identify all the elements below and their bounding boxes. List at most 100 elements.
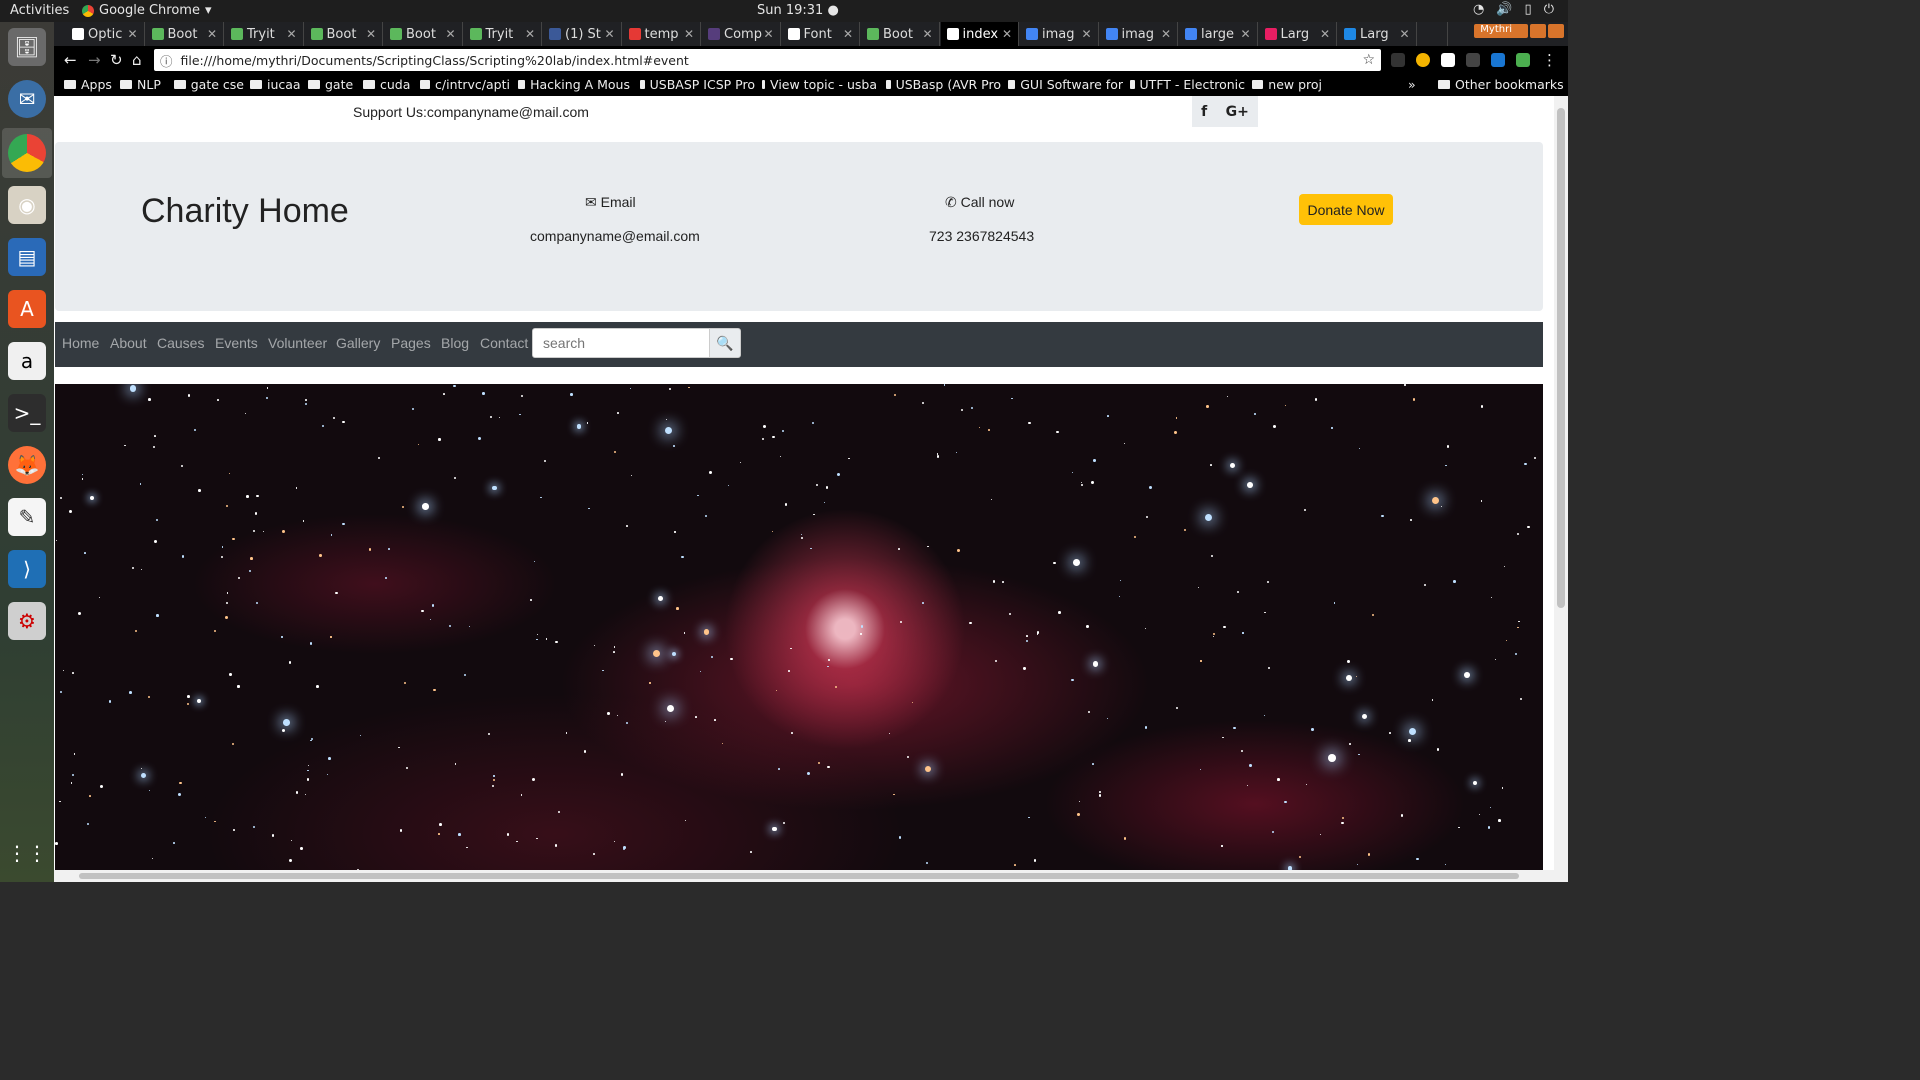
extension-icon[interactable] [1391,53,1405,67]
bookmark-item[interactable]: gate cse [174,77,244,92]
vertical-scrollbar[interactable] [1554,96,1568,882]
close-tab-icon[interactable]: ✕ [763,27,773,41]
system-settings-icon[interactable]: ⚙ [8,602,46,640]
bookmark-item[interactable]: gate [308,77,353,92]
extension-icon[interactable] [1491,53,1505,67]
close-tab-icon[interactable]: ✕ [286,27,296,41]
tab[interactable]: large ✕ [1179,22,1258,46]
nav-link-about[interactable]: About [110,335,147,351]
home-icon[interactable]: ⌂ [132,51,142,69]
terminal-icon[interactable]: >_ [8,394,46,432]
chrome-launcher-icon[interactable] [8,134,46,172]
tab[interactable]: Tryit ✕ [464,22,542,46]
close-tab-icon[interactable]: ✕ [1081,27,1091,41]
tab[interactable]: Tryit ✕ [225,22,304,46]
google-plus-icon[interactable]: G+ [1226,104,1249,120]
tab[interactable]: Optic ✕ [66,22,145,46]
vscode-icon[interactable]: ⟩ [8,550,46,588]
tab[interactable]: index ✕ [940,22,1019,46]
close-tab-icon[interactable]: ✕ [445,27,455,41]
reload-icon[interactable]: ↻ [110,51,123,69]
bookmark-star-icon[interactable]: ☆ [1362,52,1375,68]
wifi-icon[interactable]: ◔ [1473,2,1484,17]
close-tab-icon[interactable]: ✕ [207,27,217,41]
files-icon[interactable]: 🗄 [8,28,46,66]
scrollbar-thumb[interactable] [1557,108,1565,608]
bookmark-item[interactable]: View topic - usba [762,77,877,92]
bookmark-item[interactable]: USBasp (AVR Pro [886,77,1001,92]
search-button[interactable]: 🔍 [709,328,741,358]
window-controls[interactable] [1512,24,1564,38]
url-text[interactable]: file:///home/mythri/Documents/ScriptingC… [181,53,689,68]
thunderbird-icon[interactable]: ✉ [8,80,46,118]
tab[interactable]: (1) St ✕ [543,22,622,46]
tab[interactable]: Boot ✕ [861,22,940,46]
activities-button[interactable]: Activities [10,3,69,18]
nav-link-events[interactable]: Events [215,335,258,351]
donate-button[interactable]: Donate Now [1299,194,1393,225]
bookmark-item[interactable]: NLP [120,77,161,92]
show-apps-icon[interactable]: ⋮⋮ [7,834,47,872]
close-tab-icon[interactable]: ✕ [127,27,137,41]
nav-link-pages[interactable]: Pages [391,335,431,351]
tab[interactable]: Larg ✕ [1259,22,1337,46]
bookmark-item[interactable]: GUI Software for [1008,77,1123,92]
tab[interactable]: Boot ✕ [146,22,224,46]
volume-icon[interactable]: 🔊 [1496,2,1512,17]
tab[interactable]: Comp ✕ [702,22,781,46]
close-tab-icon[interactable]: ✕ [1399,27,1409,41]
close-window-button[interactable] [1548,24,1564,38]
new-tab-button[interactable] [1418,22,1448,46]
nav-link-blog[interactable]: Blog [441,335,469,351]
tab[interactable]: Larg ✕ [1338,22,1417,46]
bookmarks-overflow-icon[interactable]: » [1408,77,1416,92]
firefox-icon[interactable]: 🦊 [8,446,46,484]
bookmark-item[interactable]: Apps [64,77,112,92]
facebook-icon[interactable]: f [1201,104,1207,120]
horizontal-scrollbar[interactable] [54,870,1554,882]
system-tray[interactable]: ◔ 🔊 ▯ ⏻ [1473,2,1554,17]
close-tab-icon[interactable]: ✕ [525,27,535,41]
writer-icon[interactable]: ▤ [8,238,46,276]
app-menu[interactable]: Google Chrome ▾ [82,3,212,18]
amazon-icon[interactable]: a [8,342,46,380]
scrollbar-thumb[interactable] [79,873,1519,879]
bookmark-item[interactable]: iucaa [250,77,301,92]
address-bar[interactable]: ⓘ file:///home/mythri/Documents/Scriptin… [154,49,1381,71]
bookmark-item[interactable]: Hacking A Mous [518,77,630,92]
close-tab-icon[interactable]: ✕ [604,27,614,41]
menu-icon[interactable]: ⋮ [1542,51,1557,69]
text-editor-icon[interactable]: ✎ [8,498,46,536]
bookmark-item[interactable]: new proj [1252,77,1322,92]
close-tab-icon[interactable]: ✕ [366,27,376,41]
close-tab-icon[interactable]: ✕ [922,27,932,41]
other-bookmarks[interactable]: Other bookmarks [1438,77,1564,92]
tab[interactable]: imag ✕ [1020,22,1099,46]
tab[interactable]: Font ✕ [782,22,860,46]
tab[interactable]: Boot ✕ [305,22,383,46]
nav-link-gallery[interactable]: Gallery [336,335,380,351]
close-tab-icon[interactable]: ✕ [843,27,853,41]
back-icon[interactable]: ← [64,51,77,69]
info-icon[interactable]: ⓘ [160,51,173,70]
extension-icon[interactable] [1466,53,1480,67]
bookmark-item[interactable]: c/intrvc/apti [420,77,510,92]
minimize-button[interactable] [1512,24,1528,38]
bookmark-item[interactable]: UTFT - Electronic [1130,77,1245,92]
close-tab-icon[interactable]: ✕ [1002,27,1012,41]
software-center-icon[interactable]: A [8,290,46,328]
bookmark-item[interactable]: cuda [363,77,410,92]
close-tab-icon[interactable]: ✕ [1240,27,1250,41]
close-tab-icon[interactable]: ✕ [1320,27,1330,41]
nav-link-contact[interactable]: Contact [480,335,528,351]
nav-link-causes[interactable]: Causes [157,335,204,351]
extension-icon[interactable] [1516,53,1530,67]
nav-link-volunteer[interactable]: Volunteer [268,335,327,351]
power-icon[interactable]: ⏻ [1544,2,1554,17]
battery-icon[interactable]: ▯ [1525,2,1532,17]
rhythmbox-icon[interactable]: ◉ [8,186,46,224]
search-input[interactable] [532,328,710,358]
extension-icon[interactable] [1416,53,1430,67]
clock[interactable]: Sun 19:31 ● [757,3,839,18]
tab[interactable]: temp ✕ [623,22,701,46]
